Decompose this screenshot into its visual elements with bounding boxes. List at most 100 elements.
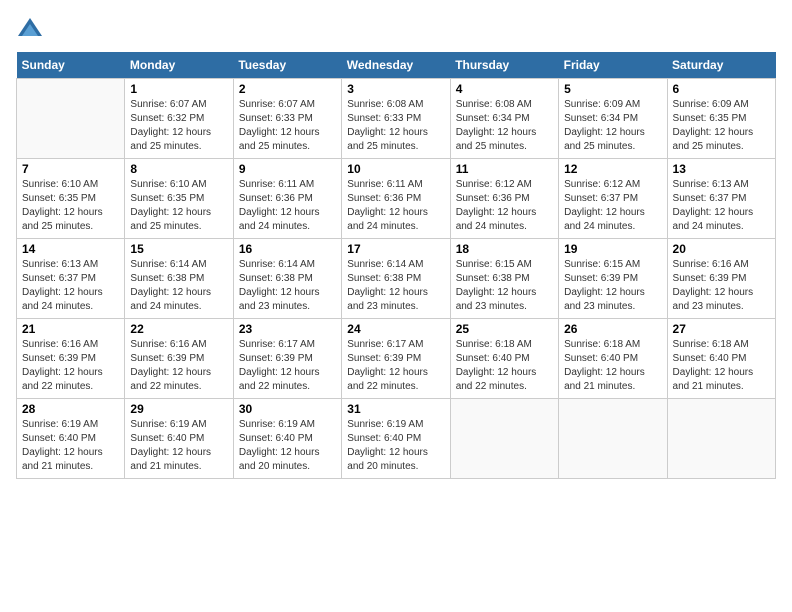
calendar-day-cell: 27Sunrise: 6:18 AMSunset: 6:40 PMDayligh… [667,319,775,399]
day-number: 15 [130,242,227,256]
logo-icon [16,16,44,44]
day-of-week-header: Friday [559,52,667,79]
day-of-week-header: Monday [125,52,233,79]
calendar-day-cell [450,399,558,479]
calendar-week-row: 7 Sunrise: 6:10 AMSunset: 6:35 PMDaylight… [17,159,776,239]
day-number: 6 [673,82,770,96]
day-info: Sunrise: 6:18 AMSunset: 6:40 PMDaylight:… [673,338,770,394]
day-info: Sunrise: 6:19 AMSunset: 6:40 PMDaylight:… [22,418,119,474]
calendar-day-cell: 23 Sunrise: 6:17 AMSunset: 6:39 PMDayligh… [233,319,341,399]
day-of-week-header: Sunday [17,52,125,79]
day-number: 16 [239,242,336,256]
calendar-week-row: 14Sunrise: 6:13 AMSunset: 6:37 PMDayligh… [17,239,776,319]
day-number: 18 [456,242,553,256]
day-number: 8 [130,162,227,176]
day-number: 7 [22,162,119,176]
calendar-table: SundayMondayTuesdayWednesdayThursdayFrid… [16,52,776,479]
day-info: Sunrise: 6:08 AMSunset: 6:33 PMDaylight:… [347,98,444,154]
day-number: 21 [22,322,119,336]
day-info: Sunrise: 6:13 AMSunset: 6:37 PMDaylight:… [673,178,770,234]
day-of-week-header: Thursday [450,52,558,79]
day-info: Sunrise: 6:19 AMSunset: 6:40 PMDaylight:… [130,418,227,474]
calendar-day-cell: 16 Sunrise: 6:14 AMSunset: 6:38 PMDayligh… [233,239,341,319]
calendar-day-cell: 3Sunrise: 6:08 AMSunset: 6:33 PMDaylight… [342,79,450,159]
calendar-day-cell: 4Sunrise: 6:08 AMSunset: 6:34 PMDaylight… [450,79,558,159]
calendar-day-cell: 19Sunrise: 6:15 AMSunset: 6:39 PMDayligh… [559,239,667,319]
day-number: 2 [239,82,336,96]
logo [16,16,48,44]
day-number: 9 [239,162,336,176]
calendar-day-cell [17,79,125,159]
day-number: 22 [130,322,227,336]
day-number: 14 [22,242,119,256]
day-number: 26 [564,322,661,336]
day-info: Sunrise: 6:10 AMSunset: 6:35 PMDaylight:… [130,178,227,234]
calendar-day-cell: 6 Sunrise: 6:09 AMSunset: 6:35 PMDaylight… [667,79,775,159]
calendar-day-cell: 20 Sunrise: 6:16 AMSunset: 6:39 PMDayligh… [667,239,775,319]
calendar-day-cell: 10 Sunrise: 6:11 AMSunset: 6:36 PMDayligh… [342,159,450,239]
calendar-day-cell: 13 Sunrise: 6:13 AMSunset: 6:37 PMDayligh… [667,159,775,239]
day-info: Sunrise: 6:14 AMSunset: 6:38 PMDaylight:… [130,258,227,314]
calendar-day-cell: 22 Sunrise: 6:16 AMSunset: 6:39 PMDayligh… [125,319,233,399]
day-number: 17 [347,242,444,256]
day-of-week-header: Tuesday [233,52,341,79]
day-info: Sunrise: 6:11 AMSunset: 6:36 PMDaylight:… [347,178,444,234]
day-info: Sunrise: 6:17 AMSunset: 6:39 PMDaylight:… [239,338,336,394]
day-number: 23 [239,322,336,336]
day-number: 5 [564,82,661,96]
calendar-day-cell: 18 Sunrise: 6:15 AMSunset: 6:38 PMDayligh… [450,239,558,319]
day-number: 25 [456,322,553,336]
day-info: Sunrise: 6:15 AMSunset: 6:39 PMDaylight:… [564,258,661,314]
day-info: Sunrise: 6:14 AMSunset: 6:38 PMDaylight:… [347,258,444,314]
day-info: Sunrise: 6:18 AMSunset: 6:40 PMDaylight:… [564,338,661,394]
day-number: 12 [564,162,661,176]
day-info: Sunrise: 6:12 AMSunset: 6:37 PMDaylight:… [564,178,661,234]
day-number: 20 [673,242,770,256]
day-info: Sunrise: 6:10 AMSunset: 6:35 PMDaylight:… [22,178,119,234]
calendar-day-cell: 5Sunrise: 6:09 AMSunset: 6:34 PMDaylight… [559,79,667,159]
day-info: Sunrise: 6:16 AMSunset: 6:39 PMDaylight:… [22,338,119,394]
day-number: 30 [239,402,336,416]
day-number: 13 [673,162,770,176]
day-info: Sunrise: 6:15 AMSunset: 6:38 PMDaylight:… [456,258,553,314]
calendar-day-cell [559,399,667,479]
calendar-week-row: 28 Sunrise: 6:19 AMSunset: 6:40 PMDayligh… [17,399,776,479]
day-number: 10 [347,162,444,176]
calendar-day-cell: 1Sunrise: 6:07 AMSunset: 6:32 PMDaylight… [125,79,233,159]
day-info: Sunrise: 6:14 AMSunset: 6:38 PMDaylight:… [239,258,336,314]
calendar-day-cell: 11 Sunrise: 6:12 AMSunset: 6:36 PMDayligh… [450,159,558,239]
calendar-day-cell: 8 Sunrise: 6:10 AMSunset: 6:35 PMDaylight… [125,159,233,239]
calendar-day-cell: 12 Sunrise: 6:12 AMSunset: 6:37 PMDayligh… [559,159,667,239]
day-info: Sunrise: 6:07 AMSunset: 6:33 PMDaylight:… [239,98,336,154]
calendar-day-cell: 9 Sunrise: 6:11 AMSunset: 6:36 PMDaylight… [233,159,341,239]
calendar-day-cell: 14Sunrise: 6:13 AMSunset: 6:37 PMDayligh… [17,239,125,319]
calendar-day-cell: 17 Sunrise: 6:14 AMSunset: 6:38 PMDayligh… [342,239,450,319]
calendar-header-row: SundayMondayTuesdayWednesdayThursdayFrid… [17,52,776,79]
calendar-day-cell: 28 Sunrise: 6:19 AMSunset: 6:40 PMDayligh… [17,399,125,479]
day-info: Sunrise: 6:17 AMSunset: 6:39 PMDaylight:… [347,338,444,394]
day-number: 11 [456,162,553,176]
calendar-day-cell: 7 Sunrise: 6:10 AMSunset: 6:35 PMDaylight… [17,159,125,239]
day-number: 29 [130,402,227,416]
day-info: Sunrise: 6:19 AMSunset: 6:40 PMDaylight:… [239,418,336,474]
day-info: Sunrise: 6:09 AMSunset: 6:35 PMDaylight:… [673,98,770,154]
day-info: Sunrise: 6:16 AMSunset: 6:39 PMDaylight:… [130,338,227,394]
day-of-week-header: Saturday [667,52,775,79]
day-number: 4 [456,82,553,96]
calendar-day-cell: 29 Sunrise: 6:19 AMSunset: 6:40 PMDayligh… [125,399,233,479]
day-info: Sunrise: 6:16 AMSunset: 6:39 PMDaylight:… [673,258,770,314]
calendar-day-cell [667,399,775,479]
day-info: Sunrise: 6:11 AMSunset: 6:36 PMDaylight:… [239,178,336,234]
day-number: 28 [22,402,119,416]
day-info: Sunrise: 6:07 AMSunset: 6:32 PMDaylight:… [130,98,227,154]
calendar-day-cell: 30 Sunrise: 6:19 AMSunset: 6:40 PMDayligh… [233,399,341,479]
day-of-week-header: Wednesday [342,52,450,79]
day-number: 31 [347,402,444,416]
day-info: Sunrise: 6:18 AMSunset: 6:40 PMDaylight:… [456,338,553,394]
calendar-day-cell: 21 Sunrise: 6:16 AMSunset: 6:39 PMDayligh… [17,319,125,399]
day-info: Sunrise: 6:19 AMSunset: 6:40 PMDaylight:… [347,418,444,474]
calendar-day-cell: 24Sunrise: 6:17 AMSunset: 6:39 PMDayligh… [342,319,450,399]
calendar-day-cell: 15 Sunrise: 6:14 AMSunset: 6:38 PMDayligh… [125,239,233,319]
day-info: Sunrise: 6:12 AMSunset: 6:36 PMDaylight:… [456,178,553,234]
calendar-day-cell: 26 Sunrise: 6:18 AMSunset: 6:40 PMDayligh… [559,319,667,399]
